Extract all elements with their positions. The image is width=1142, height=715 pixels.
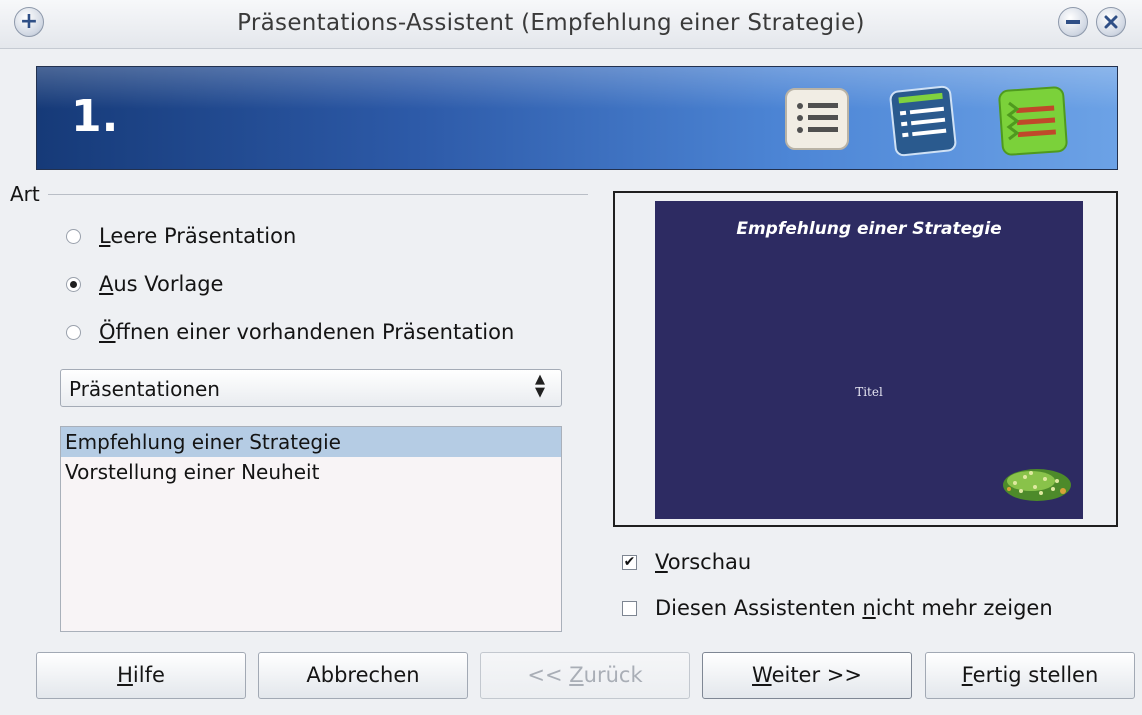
type-group-legend: Art — [10, 182, 48, 206]
dont-show-checkbox-label: Diesen Assistenten nicht mehr zeigen — [655, 596, 1053, 620]
category-select[interactable]: Präsentationen ▲ ▼ — [60, 369, 562, 407]
radio-open-existing-label: Öffnen einer vorhandenen Präsentation — [99, 320, 515, 344]
radio-from-template-label: Aus Vorlage — [99, 272, 224, 296]
radio-empty-presentation-indicator[interactable] — [66, 228, 81, 244]
radio-open-existing[interactable]: Öffnen einer vorhandenen Präsentation — [66, 317, 514, 347]
dont-show-checkbox-row[interactable]: Diesen Assistenten nicht mehr zeigen — [622, 593, 1053, 623]
radio-empty-presentation[interactable]: Leere Präsentation — [66, 221, 296, 251]
preview-checkbox-row[interactable]: ✔ Vorschau — [622, 547, 751, 577]
back-button[interactable]: << Zurück — [480, 652, 690, 699]
leaf-decoration-icon — [1003, 469, 1071, 501]
dont-show-checkbox[interactable] — [622, 600, 637, 616]
radio-empty-presentation-label: Leere Präsentation — [99, 224, 297, 248]
radio-from-template-indicator[interactable] — [66, 276, 81, 292]
slide-title: Empfehlung einer Strategie — [736, 219, 1002, 239]
preview-checkbox-label: Vorschau — [655, 550, 752, 574]
wizard-banner: 1. — [36, 66, 1118, 170]
list-item[interactable]: Vorstellung einer Neuheit — [61, 457, 561, 487]
radio-from-template[interactable]: Aus Vorlage — [66, 269, 223, 299]
slide-subtitle: Titel — [855, 385, 883, 399]
slide-preview: Empfehlung einer Strategie Titel — [655, 201, 1083, 519]
cancel-button[interactable]: Abbrechen — [258, 652, 468, 699]
window-title: Präsentations-Assistent (Empfehlung eine… — [237, 10, 865, 36]
finish-button[interactable]: Fertig stellen — [925, 652, 1135, 699]
preview-frame: Empfehlung einer Strategie Titel — [613, 191, 1118, 527]
close-icon[interactable] — [1096, 7, 1126, 37]
next-button[interactable]: Weiter >> — [702, 652, 912, 699]
list-green-icon — [998, 86, 1068, 156]
list-plain-icon — [785, 88, 849, 150]
list-item[interactable]: Empfehlung einer Strategie — [61, 427, 561, 457]
step-number: 1. — [71, 91, 119, 142]
minimize-icon[interactable] — [1058, 7, 1088, 37]
list-blue-icon — [889, 85, 957, 157]
preview-checkbox[interactable]: ✔ — [622, 554, 637, 570]
type-group: Art — [10, 182, 588, 208]
template-list[interactable]: Empfehlung einer Strategie Vorstellung e… — [60, 426, 562, 632]
plus-icon[interactable]: + — [14, 7, 44, 37]
help-button[interactable]: Hilfe — [36, 652, 246, 699]
updown-arrows-icon: ▲ ▼ — [535, 372, 545, 400]
title-bar: + Präsentations-Assistent (Empfehlung ei… — [0, 0, 1142, 49]
radio-open-existing-indicator[interactable] — [66, 324, 81, 340]
category-select-value: Präsentationen — [69, 377, 220, 401]
